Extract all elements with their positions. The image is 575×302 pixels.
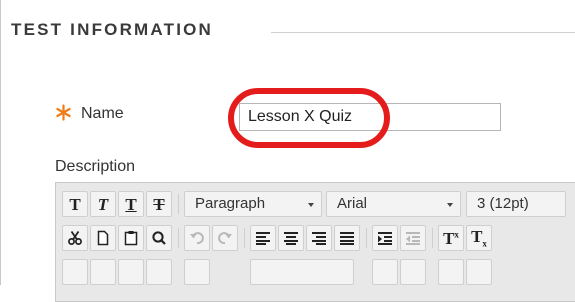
chevron-down-icon (447, 203, 453, 207)
toolbar-separator (244, 228, 245, 248)
toolbar-button[interactable] (372, 259, 398, 285)
toolbar-button[interactable] (118, 259, 144, 285)
paste-icon[interactable] (118, 225, 144, 251)
section-divider (271, 32, 575, 33)
block-format-value: Paragraph (195, 195, 266, 212)
toolbar-separator (178, 228, 179, 248)
toolbar-separator (366, 228, 367, 248)
name-input[interactable] (239, 103, 501, 131)
font-family-select[interactable]: Arial (326, 191, 461, 217)
toolbar-button[interactable] (466, 259, 492, 285)
indent-icon[interactable] (372, 225, 398, 251)
copy-icon[interactable] (90, 225, 116, 251)
cut-icon[interactable] (62, 225, 88, 251)
align-left-icon[interactable] (250, 225, 276, 251)
description-editor[interactable]: T T T T Paragraph Arial 3 (12pt) Tx Tx (55, 182, 575, 302)
redo-icon[interactable] (212, 225, 238, 251)
subscript-icon[interactable]: Tx (466, 225, 492, 251)
block-format-select[interactable]: Paragraph (184, 191, 322, 217)
underline-icon[interactable]: T (118, 191, 144, 217)
toolbar-button[interactable] (400, 259, 426, 285)
font-size-select[interactable]: 3 (12pt) (466, 191, 566, 217)
align-justify-icon[interactable] (334, 225, 360, 251)
toolbar-button[interactable] (438, 259, 464, 285)
find-icon[interactable] (146, 225, 172, 251)
toolbar-button[interactable] (90, 259, 116, 285)
toolbar-button[interactable] (250, 259, 354, 285)
align-center-icon[interactable] (278, 225, 304, 251)
bold-icon[interactable]: T (62, 191, 88, 217)
outdent-icon[interactable] (400, 225, 426, 251)
toolbar-button[interactable] (184, 259, 210, 285)
toolbar-separator (178, 194, 179, 214)
chevron-down-icon (308, 203, 314, 207)
toolbar-separator (432, 228, 433, 248)
font-family-value: Arial (337, 195, 368, 212)
toolbar-button[interactable] (146, 259, 172, 285)
description-label: Description (55, 158, 136, 175)
undo-icon[interactable] (184, 225, 210, 251)
section-title: TEST INFORMATION (11, 20, 214, 39)
italic-icon[interactable]: T (90, 191, 116, 217)
toolbar-button[interactable] (62, 259, 88, 285)
font-size-value: 3 (12pt) (477, 195, 529, 212)
align-right-icon[interactable] (306, 225, 332, 251)
name-label: Name (81, 105, 124, 122)
asterisk-icon (56, 104, 71, 121)
strikethrough-icon[interactable]: T (146, 191, 172, 217)
superscript-icon[interactable]: Tx (438, 225, 464, 251)
test-information-panel: TEST INFORMATION Name Description T T T … (0, 0, 575, 302)
